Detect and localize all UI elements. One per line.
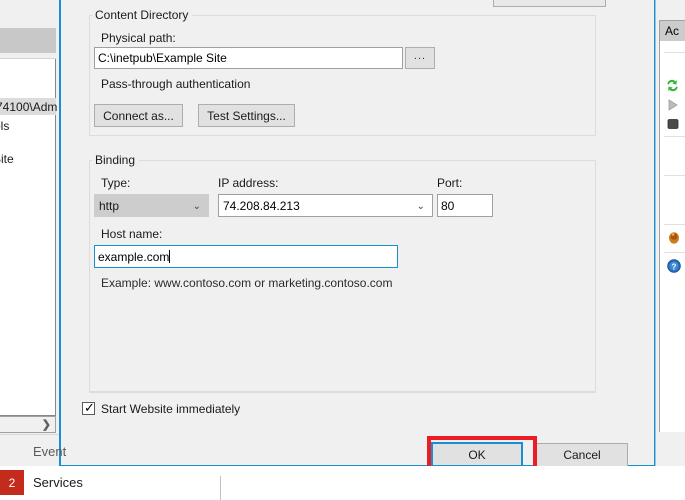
ip-address-value: 74.208.84.213 — [223, 199, 300, 213]
content-directory-legend: Content Directory — [92, 8, 192, 22]
start-website-label: Start Website immediately — [101, 402, 240, 416]
taskbar — [0, 466, 685, 500]
dialog-divider — [89, 392, 596, 393]
tree-panel[interactable] — [0, 28, 56, 416]
cancel-button[interactable]: Cancel — [536, 443, 628, 467]
actions-separator-2 — [664, 136, 685, 137]
start-website-checkbox[interactable]: ✓ — [82, 402, 95, 415]
browse-button[interactable]: ... — [405, 47, 435, 69]
text-caret — [169, 250, 170, 263]
actions-separator-5 — [664, 252, 685, 253]
taskbar-divider — [220, 476, 221, 500]
help-icon[interactable]: ? — [667, 259, 681, 273]
port-input[interactable]: 80 — [437, 194, 493, 217]
svg-text:?: ? — [672, 262, 677, 271]
passthrough-authentication-label: Pass-through authentication — [101, 77, 250, 91]
tree-toolbar-secondary — [0, 53, 56, 59]
port-value: 80 — [441, 199, 454, 213]
host-name-value: example.com — [98, 250, 169, 264]
host-name-label: Host name: — [101, 227, 162, 241]
actions-panel-title: Ac — [660, 21, 685, 41]
chevron-down-icon-type[interactable]: ⌄ — [193, 201, 201, 212]
start-icon[interactable] — [667, 99, 679, 111]
binding-type-value: http — [99, 199, 119, 213]
port-label: Port: — [437, 176, 462, 190]
chevron-down-icon-ip[interactable]: ⌄ — [417, 201, 425, 212]
refresh-icon[interactable] — [665, 78, 680, 93]
stop-icon[interactable] — [667, 118, 679, 130]
tree-item-label-0[interactable]: 74100\Adm — [0, 100, 57, 114]
binding-type-select[interactable]: http ⌄ — [94, 194, 209, 217]
add-website-dialog: Content Directory Physical path: C:\inet… — [61, 0, 654, 465]
tree-item-label-2[interactable]: Site — [0, 152, 14, 166]
taskbar-services-label[interactable]: Services — [33, 475, 83, 490]
tree-item-label-1[interactable]: ols — [0, 119, 9, 133]
window-accent-right-soft — [655, 0, 656, 500]
actions-separator-3 — [664, 175, 685, 176]
screen-root: 74100\Adm ols Site ❯ Ac — [0, 0, 685, 500]
taskbar-event-label[interactable]: Event — [33, 444, 66, 459]
checkmark-icon: ✓ — [84, 401, 95, 414]
actions-separator-1 — [664, 52, 685, 53]
tree-toolbar — [0, 28, 56, 53]
advanced-settings-icon[interactable] — [668, 231, 680, 244]
scroll-right-arrow-icon[interactable]: ❯ — [42, 420, 51, 430]
host-name-input[interactable]: example.com — [94, 245, 398, 268]
tree-horizontal-scrollbar[interactable]: ❯ — [0, 416, 56, 433]
test-settings-button[interactable]: Test Settings... — [198, 104, 295, 127]
ip-address-select[interactable]: 74.208.84.213 ⌄ — [218, 194, 433, 217]
physical-path-value: C:\inetpub\Example Site — [98, 51, 227, 65]
binding-legend: Binding — [92, 153, 139, 167]
type-label: Type: — [101, 176, 130, 190]
taskbar-badge-count[interactable]: 2 — [0, 470, 24, 495]
physical-path-input[interactable]: C:\inetpub\Example Site — [94, 47, 403, 69]
host-name-example-hint: Example: www.contoso.com or marketing.co… — [101, 276, 392, 290]
actions-separator-4 — [664, 224, 685, 225]
physical-path-label: Physical path: — [101, 31, 176, 45]
ip-address-label: IP address: — [218, 176, 278, 190]
connect-as-button[interactable]: Connect as... — [94, 104, 183, 127]
clipped-top-control — [493, 0, 606, 7]
